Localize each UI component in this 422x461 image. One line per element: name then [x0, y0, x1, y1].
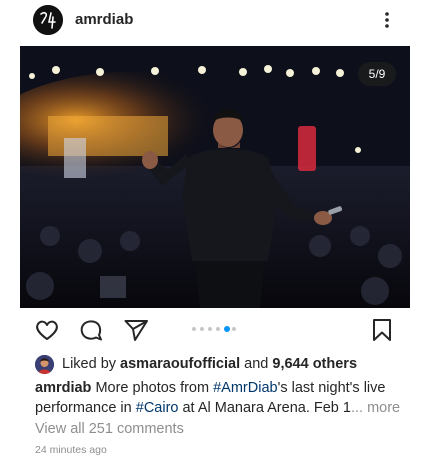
carousel-dot	[232, 327, 236, 331]
view-comments-link[interactable]: View all 251 comments	[35, 421, 184, 437]
post-username[interactable]: amrdiab	[75, 11, 133, 28]
carousel-dot-active	[224, 326, 230, 332]
slide-counter-badge: 5/9	[358, 62, 396, 86]
hashtag-link[interactable]: #AmrDiab	[213, 380, 277, 396]
post-header: amrdiab	[0, 0, 422, 42]
caption-text: at Al Manara Arena. Feb 1	[178, 400, 351, 416]
post-photo[interactable]	[20, 46, 410, 308]
carousel-dot	[216, 327, 220, 331]
liker-username[interactable]: asmaraoufofficial	[120, 356, 240, 372]
post-caption: amrdiab More photos from #AmrDiab's last…	[35, 378, 405, 418]
paper-plane-icon[interactable]	[122, 316, 150, 344]
more-vertical-icon[interactable]	[378, 8, 396, 32]
bookmark-outline-icon[interactable]	[368, 316, 396, 344]
carousel-dot	[200, 327, 204, 331]
profile-avatar[interactable]	[33, 5, 63, 35]
avatar-logo	[33, 5, 63, 35]
post-action-bar	[0, 316, 422, 346]
carousel-dot	[192, 327, 196, 331]
caption-text: More photos from	[91, 380, 214, 396]
caption-username[interactable]: amrdiab	[35, 380, 91, 396]
hashtag-link[interactable]: #Cairo	[136, 400, 179, 416]
liker-avatar	[35, 355, 54, 374]
post-timestamp: 24 minutes ago	[35, 444, 107, 456]
liked-by-prefix: Liked by	[62, 356, 121, 372]
caption-more-link[interactable]: ... more	[351, 400, 400, 416]
heart-outline-icon[interactable]	[33, 316, 61, 344]
concert-performer-image	[20, 46, 410, 308]
liked-by-text: Liked by asmaraoufofficial and 9,644 oth…	[62, 356, 357, 372]
carousel-dot	[208, 327, 212, 331]
likes-count[interactable]: 9,644 others	[272, 356, 357, 372]
comment-bubble-icon[interactable]	[77, 316, 105, 344]
liked-by-conjunction: and	[240, 356, 273, 372]
